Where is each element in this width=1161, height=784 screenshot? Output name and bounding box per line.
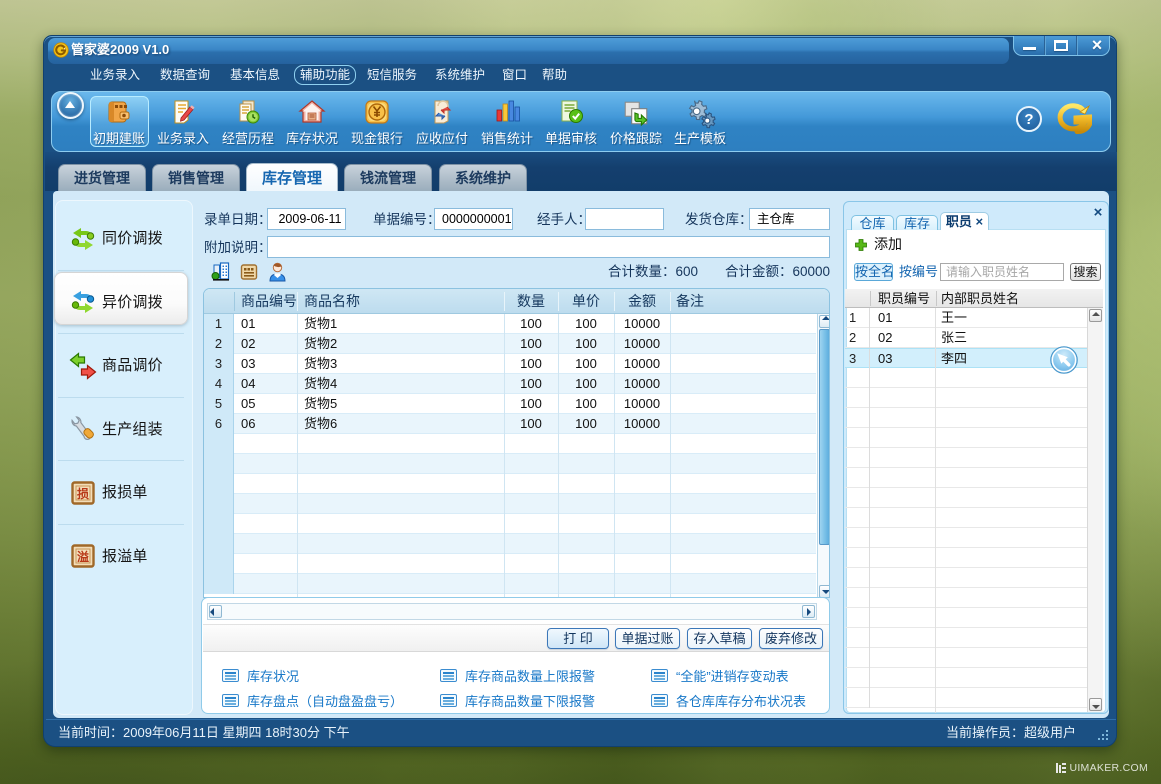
svg-text:溢: 溢 (77, 549, 89, 564)
svg-text:损: 损 (77, 486, 89, 501)
